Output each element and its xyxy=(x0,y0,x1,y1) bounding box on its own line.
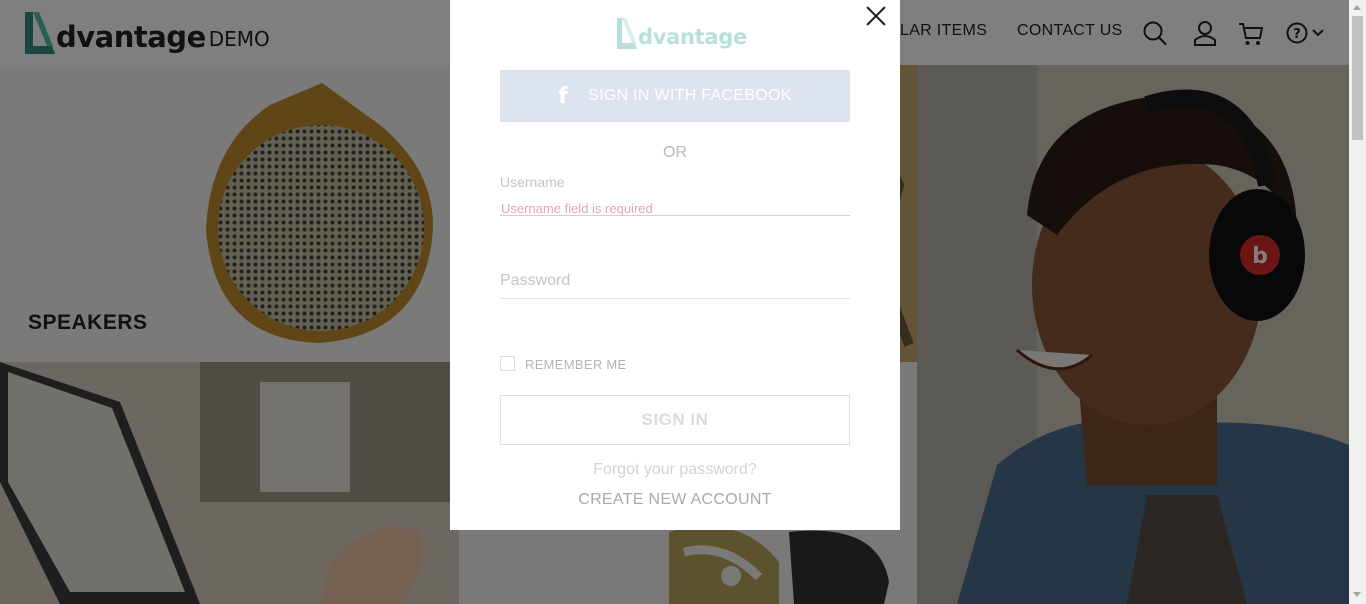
password-input[interactable] xyxy=(500,268,850,294)
signin-button[interactable]: SIGN IN xyxy=(500,395,850,445)
login-modal: dvantage f SIGN IN WITH FACEBOOK OR User… xyxy=(450,0,900,530)
modal-logo: dvantage xyxy=(616,16,747,50)
scroll-down-arrow-icon[interactable] xyxy=(1353,592,1361,597)
remember-me-label[interactable]: REMEMBER ME xyxy=(525,357,627,372)
remember-me-checkbox[interactable] xyxy=(500,356,515,371)
scroll-up-arrow-icon[interactable] xyxy=(1353,5,1361,10)
modal-logo-wordmark: dvantage xyxy=(638,25,747,49)
create-account-link[interactable]: CREATE NEW ACCOUNT xyxy=(450,491,900,509)
password-underline xyxy=(500,298,850,299)
scrollbar-thumb[interactable] xyxy=(1352,16,1363,140)
facebook-signin-label: SIGN IN WITH FACEBOOK xyxy=(588,87,792,104)
facebook-signin-button[interactable]: f SIGN IN WITH FACEBOOK xyxy=(500,70,850,122)
facebook-icon: f xyxy=(558,83,569,109)
username-error: Username field is required xyxy=(501,201,653,216)
page-scrollbar[interactable] xyxy=(1349,0,1366,604)
logo-mark-icon xyxy=(617,18,637,49)
forgot-password-link[interactable]: Forgot your password? xyxy=(450,461,900,479)
username-underline xyxy=(500,215,850,216)
or-divider: OR xyxy=(663,144,687,161)
close-icon[interactable] xyxy=(863,3,889,29)
